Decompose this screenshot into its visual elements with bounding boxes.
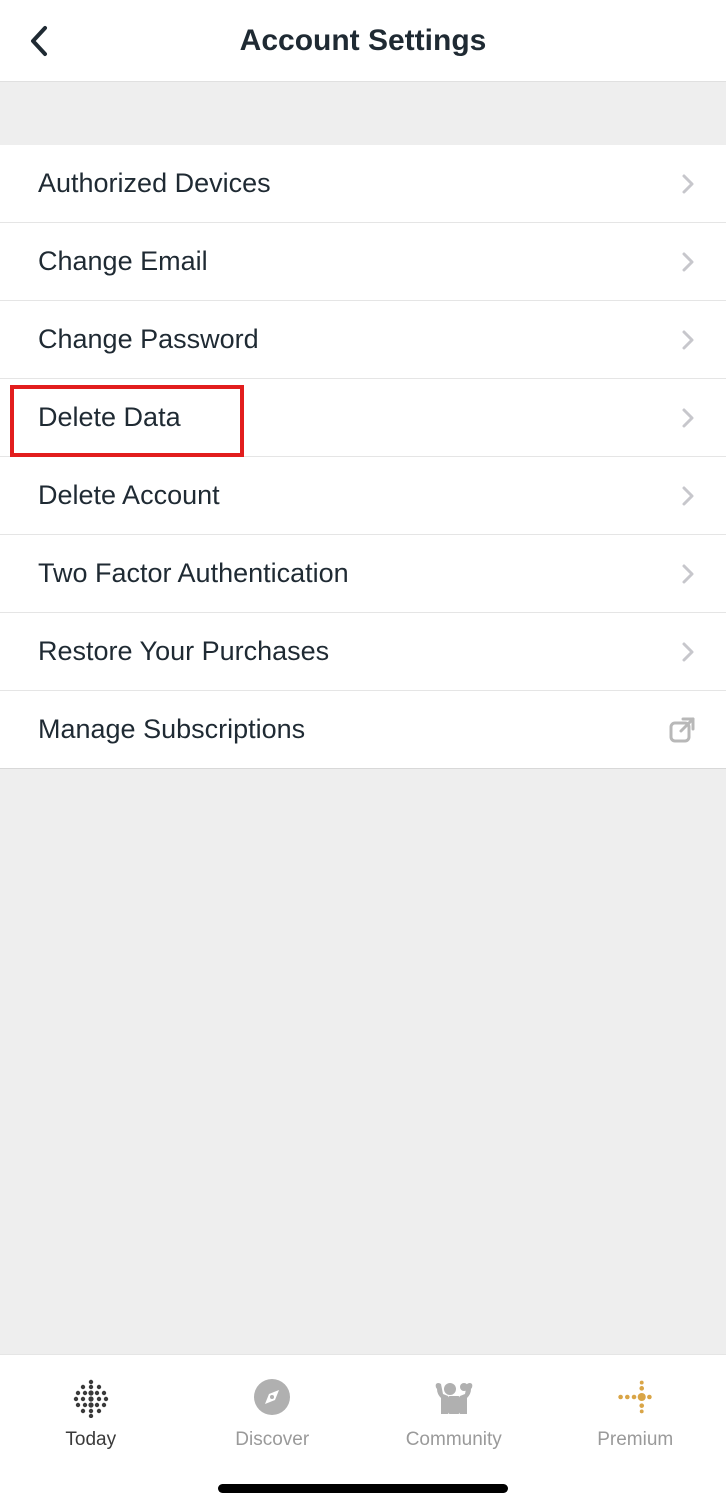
chevron-left-icon bbox=[27, 24, 49, 58]
nav-label: Premium bbox=[597, 1429, 673, 1451]
community-icon bbox=[430, 1373, 478, 1421]
nav-item-community[interactable]: Community bbox=[363, 1355, 545, 1499]
settings-item-restore-purchases[interactable]: Restore Your Purchases bbox=[0, 613, 726, 691]
chevron-right-icon bbox=[678, 642, 698, 662]
settings-item-change-password[interactable]: Change Password bbox=[0, 301, 726, 379]
settings-item-change-email[interactable]: Change Email bbox=[0, 223, 726, 301]
section-spacer bbox=[0, 82, 726, 145]
settings-item-two-factor[interactable]: Two Factor Authentication bbox=[0, 535, 726, 613]
chevron-right-icon bbox=[678, 330, 698, 350]
settings-item-label: Delete Data bbox=[38, 402, 181, 433]
settings-item-authorized-devices[interactable]: Authorized Devices bbox=[0, 145, 726, 223]
nav-item-premium[interactable]: Premium bbox=[545, 1355, 726, 1499]
external-link-icon bbox=[666, 714, 698, 746]
home-indicator bbox=[218, 1484, 508, 1493]
page-title: Account Settings bbox=[0, 24, 726, 58]
settings-item-label: Two Factor Authentication bbox=[38, 558, 349, 589]
settings-item-delete-data[interactable]: Delete Data bbox=[0, 379, 726, 457]
nav-label: Today bbox=[65, 1429, 116, 1451]
chevron-right-icon bbox=[678, 564, 698, 584]
nav-label: Community bbox=[406, 1429, 502, 1451]
settings-list: Authorized Devices Change Email Change P… bbox=[0, 145, 726, 769]
compass-icon bbox=[248, 1373, 296, 1421]
back-button[interactable] bbox=[18, 21, 58, 61]
settings-item-label: Delete Account bbox=[38, 480, 220, 511]
nav-item-today[interactable]: Today bbox=[0, 1355, 182, 1499]
today-icon bbox=[67, 1373, 115, 1421]
chevron-right-icon bbox=[678, 252, 698, 272]
nav-item-discover[interactable]: Discover bbox=[182, 1355, 364, 1499]
settings-item-label: Restore Your Purchases bbox=[38, 636, 329, 667]
settings-item-label: Authorized Devices bbox=[38, 168, 271, 199]
settings-item-label: Change Email bbox=[38, 246, 208, 277]
header: Account Settings bbox=[0, 0, 726, 82]
settings-item-delete-account[interactable]: Delete Account bbox=[0, 457, 726, 535]
settings-item-manage-subscriptions[interactable]: Manage Subscriptions bbox=[0, 691, 726, 769]
settings-item-label: Change Password bbox=[38, 324, 259, 355]
premium-icon bbox=[611, 1373, 659, 1421]
chevron-right-icon bbox=[678, 486, 698, 506]
nav-label: Discover bbox=[235, 1429, 309, 1451]
settings-item-label: Manage Subscriptions bbox=[38, 714, 305, 745]
bottom-nav: Today Discover Community bbox=[0, 1354, 726, 1499]
chevron-right-icon bbox=[678, 408, 698, 428]
chevron-right-icon bbox=[678, 174, 698, 194]
